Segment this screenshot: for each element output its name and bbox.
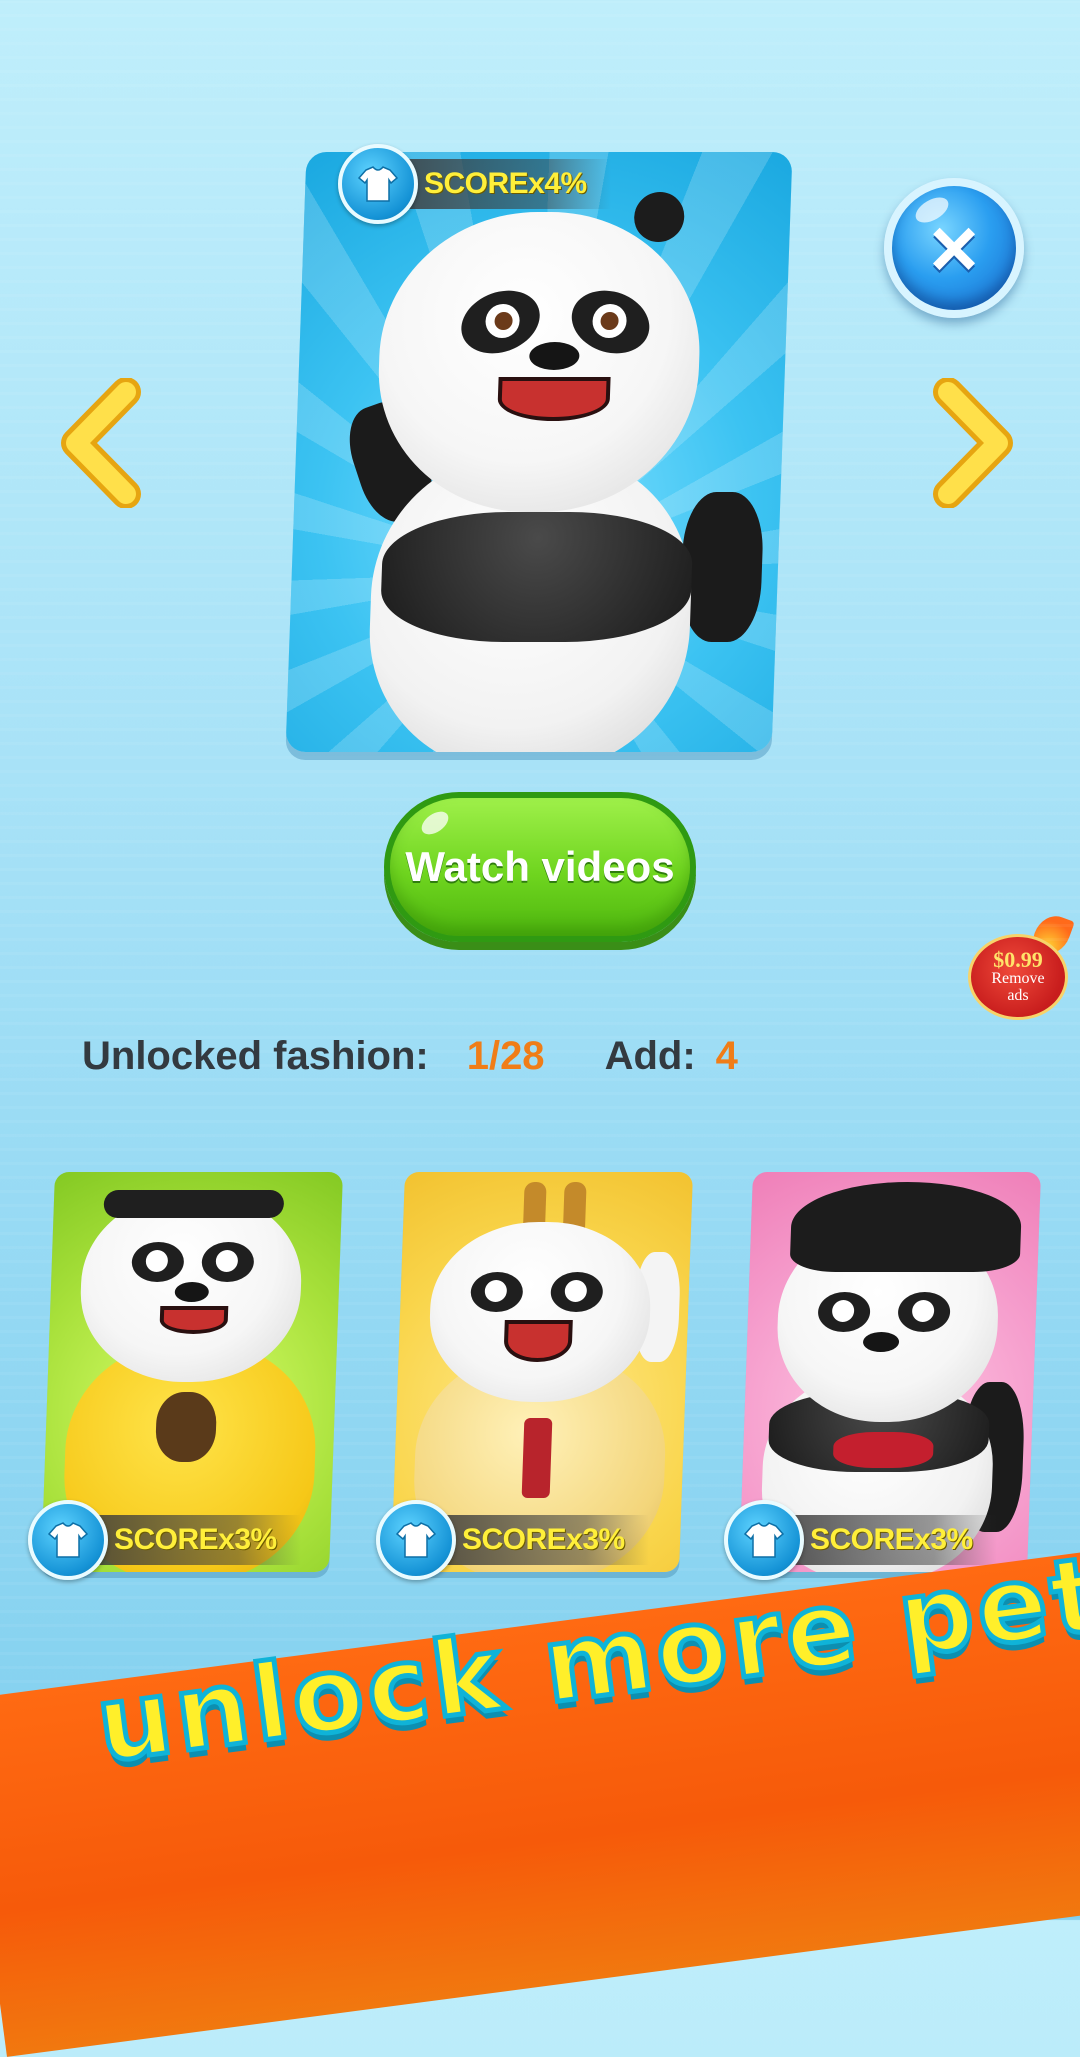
featured-card-background [285, 152, 793, 752]
remove-ads-label-line2: ads [1007, 987, 1029, 1004]
remove-ads-price: $0.99 [993, 947, 1043, 973]
panda-arm-right [679, 492, 765, 642]
outfit-score-text: SCOREx3% [440, 1515, 649, 1565]
shirt-icon [47, 1522, 89, 1558]
remove-ads-label-line1: Remove [991, 970, 1045, 988]
close-button[interactable]: × [884, 178, 1024, 318]
bow-tie [832, 1432, 934, 1468]
panda-ear [633, 192, 686, 242]
unlocked-fashion-label: Unlocked fashion: [82, 1033, 429, 1078]
shirt-icon [395, 1522, 437, 1558]
next-pet-button[interactable] [928, 377, 1018, 509]
shirt-icon-circle [376, 1500, 456, 1580]
watch-videos-label: Watch videos [405, 843, 675, 890]
outfit-score-badge-2: SCOREx3% [376, 1500, 649, 1580]
shirt-icon-circle [724, 1500, 804, 1580]
sunglasses [103, 1190, 285, 1218]
previous-pet-button[interactable] [56, 377, 146, 509]
shirt-icon-circle [28, 1500, 108, 1580]
shark-cap [789, 1182, 1023, 1272]
shirt-icon-circle [338, 144, 418, 224]
panda-chest-band [379, 512, 694, 642]
unlocked-fashion-value: 1/28 [466, 1033, 545, 1078]
fashion-stats: Unlocked fashion: 1/28 Add: 4 [82, 1026, 738, 1086]
add-label: Add: [604, 1033, 696, 1078]
outfit-score-badge-1: SCOREx3% [28, 1500, 301, 1580]
featured-pet-card[interactable] [285, 152, 793, 752]
shirt-icon [357, 166, 399, 202]
panda-illustration [338, 192, 765, 752]
watch-videos-button[interactable]: Watch videos [384, 792, 696, 942]
outfit-score-text: SCOREx3% [92, 1515, 301, 1565]
shirt-icon [743, 1522, 785, 1558]
featured-score-text: SCOREx4% [402, 159, 611, 209]
featured-score-badge: SCOREx4% [338, 144, 611, 224]
chevron-right-icon [933, 377, 1013, 509]
remove-ads-button[interactable]: $0.99 Remove ads [968, 934, 1068, 1020]
chevron-left-icon [61, 377, 141, 509]
add-value: 4 [715, 1033, 738, 1078]
tie [521, 1418, 553, 1498]
close-icon: × [929, 201, 979, 295]
monkey-print [154, 1392, 218, 1462]
